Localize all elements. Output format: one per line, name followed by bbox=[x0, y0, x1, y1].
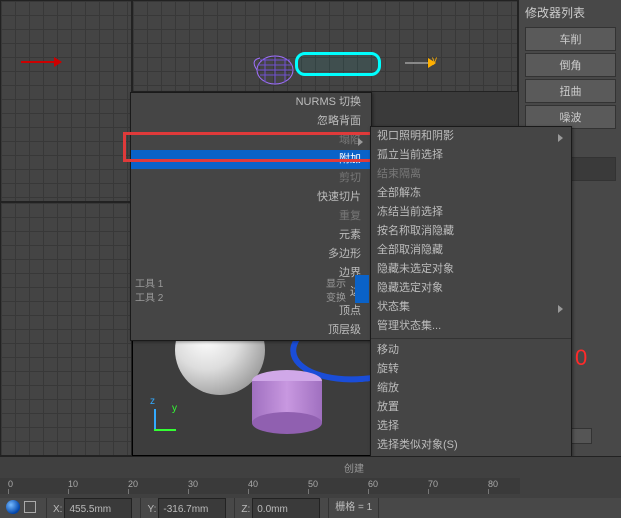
menu-b-item-13[interactable]: 旋转 bbox=[371, 360, 571, 379]
modifier-btn-0[interactable]: 车削 bbox=[525, 27, 616, 51]
modifier-list-title: 修改器列表 bbox=[519, 0, 621, 25]
menu-b-item-0[interactable]: 视口照明和阴影 bbox=[371, 127, 571, 146]
menu-b-item-12[interactable]: 移动 bbox=[371, 341, 571, 360]
snap-icon[interactable] bbox=[6, 500, 20, 514]
y-label: Y: bbox=[147, 504, 156, 515]
menu-b-item-3[interactable]: 全部解冻 bbox=[371, 184, 571, 203]
ruler-tick-label: 30 bbox=[188, 479, 198, 489]
ruler-tick-label: 70 bbox=[428, 479, 438, 489]
menu-b-item-15[interactable]: 放置 bbox=[371, 398, 571, 417]
menu-b-item-5[interactable]: 按名称取消隐藏 bbox=[371, 222, 571, 241]
z-label: Z: bbox=[241, 504, 250, 515]
tools-2-label: 工具 2 bbox=[135, 289, 163, 304]
y-field[interactable]: -316.7mm bbox=[158, 498, 226, 518]
menu-b-item-14[interactable]: 缩放 bbox=[371, 379, 571, 398]
menu-a-item-11[interactable]: 顶点 bbox=[131, 302, 371, 321]
ruler-tick-label: 20 bbox=[128, 479, 138, 489]
right-zero: 0 bbox=[575, 345, 587, 371]
ruler-tick-label: 0 bbox=[8, 479, 13, 489]
menu-b-item-6[interactable]: 全部取消隐藏 bbox=[371, 241, 571, 260]
menu-a-item-0[interactable]: NURMS 切换 bbox=[131, 93, 371, 112]
ruler-tick-label: 80 bbox=[488, 479, 498, 489]
lock-icon[interactable] bbox=[24, 501, 36, 513]
menu-b-item-4[interactable]: 冻结当前选择 bbox=[371, 203, 571, 222]
view-gizmo: z y bbox=[150, 395, 155, 407]
menu-b-item-16[interactable]: 选择 bbox=[371, 417, 571, 436]
ruler-tick-label: 50 bbox=[308, 479, 318, 489]
menu-b-item-8[interactable]: 隐藏选定对象 bbox=[371, 279, 571, 298]
menu-a-item-1[interactable]: 忽略背面 bbox=[131, 112, 371, 131]
quad-cell-1[interactable] bbox=[355, 275, 369, 289]
menu-a-item-6: 重复 bbox=[131, 207, 371, 226]
menu-a-item-8[interactable]: 多边形 bbox=[131, 245, 371, 264]
timeline-ruler[interactable]: 0 10 20 30 40 50 60 70 80 bbox=[0, 478, 520, 494]
menu-b-item-10[interactable]: 管理状态集... bbox=[371, 317, 571, 336]
menu-b-item-1[interactable]: 孤立当前选择 bbox=[371, 146, 571, 165]
annotation-red-box bbox=[123, 132, 384, 162]
display-label: 显示 bbox=[326, 275, 346, 290]
create-label: 创建 bbox=[344, 460, 364, 475]
ruler-tick-label: 60 bbox=[368, 479, 378, 489]
modifier-btn-2[interactable]: 扭曲 bbox=[525, 79, 616, 103]
capsule-object bbox=[295, 52, 381, 76]
tools-1-label: 工具 1 bbox=[135, 275, 163, 290]
viewport-top-right[interactable] bbox=[132, 0, 518, 92]
viewport-mid-left[interactable] bbox=[0, 202, 132, 456]
menu-b-sep bbox=[371, 338, 571, 339]
menu-a-item-7[interactable]: 元素 bbox=[131, 226, 371, 245]
x-field[interactable]: 455.5mm bbox=[64, 498, 132, 518]
menu-a-item-4: 剪切 bbox=[131, 169, 371, 188]
modifier-btn-1[interactable]: 倒角 bbox=[525, 53, 616, 77]
axis-arrow-red bbox=[21, 61, 61, 63]
grid-label: 栅格 = 1 bbox=[329, 498, 379, 518]
menu-b-item-17[interactable]: 选择类似对象(S) bbox=[371, 436, 571, 455]
menu-a-item-12[interactable]: 顶层级 bbox=[131, 321, 371, 340]
cylinder-object bbox=[252, 370, 322, 430]
ruler-tick-label: 40 bbox=[248, 479, 258, 489]
transform-label: 变换 bbox=[326, 289, 346, 304]
quad-cell-2[interactable] bbox=[355, 289, 369, 303]
menu-b-item-9[interactable]: 状态集 bbox=[371, 298, 571, 317]
menu-a-item-5[interactable]: 快速切片 bbox=[131, 188, 371, 207]
x-label: X: bbox=[53, 504, 62, 515]
status-bar: X:455.5mm Y:-316.7mm Z:0.0mm 栅格 = 1 bbox=[0, 498, 621, 518]
menu-b-item-7[interactable]: 隐藏未选定对象 bbox=[371, 260, 571, 279]
axis-y-arrow bbox=[405, 62, 435, 64]
ruler-tick-label: 10 bbox=[68, 479, 78, 489]
menu-b-item-2: 结束隔离 bbox=[371, 165, 571, 184]
viewport-top-left[interactable] bbox=[0, 0, 132, 202]
z-field[interactable]: 0.0mm bbox=[252, 498, 320, 518]
